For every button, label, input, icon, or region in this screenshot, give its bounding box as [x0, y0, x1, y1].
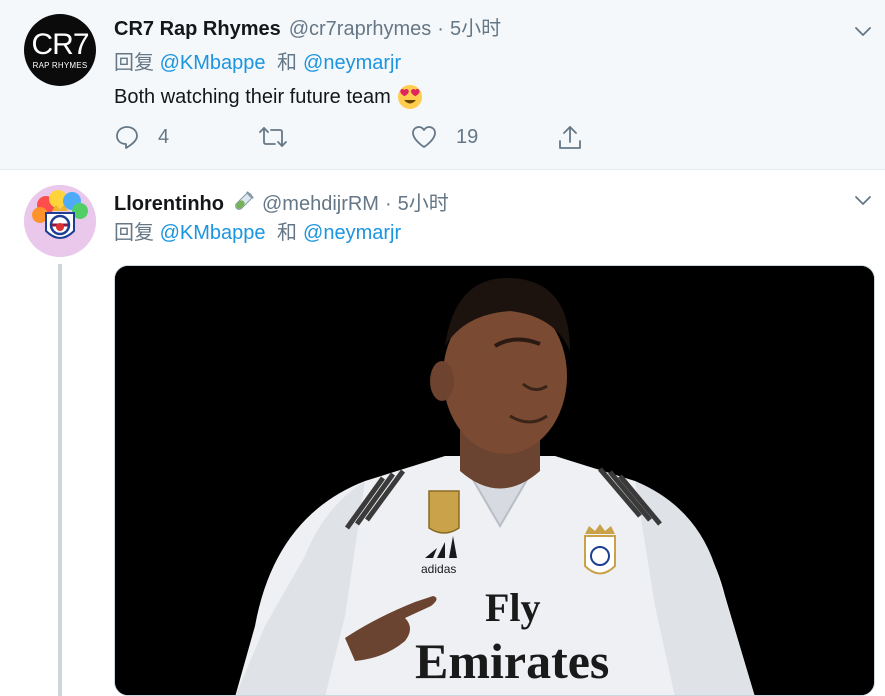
retweet-button[interactable]	[258, 124, 306, 150]
reply-context: 回复 @KMbappe 和 @neymarjr	[114, 50, 401, 76]
separator: ·	[437, 18, 444, 40]
tweet-header: Llorentinho @mehdijrRM · 5小时	[114, 188, 449, 216]
reply-prefix: 回复	[114, 222, 154, 244]
mention-link-kmbappe[interactable]: @KMbappe	[160, 52, 266, 74]
display-name[interactable]: CR7 Rap Rhymes	[114, 17, 281, 41]
separator: ·	[384, 193, 392, 215]
chevron-down-icon[interactable]	[853, 191, 873, 211]
tweet-cr7raprhymes[interactable]: CR7 RAP RHYMES CR7 Rap Rhymes @cr7raprhy…	[0, 0, 885, 170]
tweet-text-content: Both watching their future team	[114, 86, 391, 108]
avatar-logo-subtext: RAP RHYMES	[32, 60, 88, 70]
avatar-logo-text: CR7	[31, 27, 89, 61]
reply-conjunction: 和	[277, 52, 298, 74]
reply-context: 回复 @KMbappe 和 @neymarjr	[114, 220, 401, 246]
tweet-media-photo[interactable]: adidas Fly Emirates	[114, 265, 875, 696]
heart-eyes-emoji-icon	[397, 85, 422, 109]
mention-link-neymarjr[interactable]: @neymarjr	[303, 52, 401, 74]
share-icon	[559, 126, 581, 149]
adidas-logo-text: adidas	[421, 562, 456, 576]
real-madrid-crest-clown-avatar	[24, 185, 96, 257]
test-tube-emoji-icon	[235, 191, 254, 210]
tweet-actions: 4 19	[114, 124, 594, 154]
retweet-icon	[259, 127, 287, 147]
reply-icon	[116, 126, 138, 149]
share-button[interactable]	[557, 124, 583, 152]
reply-prefix: 回复	[114, 52, 154, 74]
avatar[interactable]	[24, 185, 96, 257]
thread-connector-line	[58, 264, 62, 696]
sponsor-text-fly: Fly	[485, 585, 541, 630]
heart-icon	[412, 126, 436, 148]
mention-link-neymarjr[interactable]: @neymarjr	[303, 222, 401, 244]
reply-conjunction: 和	[277, 222, 298, 244]
timestamp[interactable]: 5小时	[450, 17, 501, 41]
display-name[interactable]: Llorentinho	[114, 192, 224, 216]
reply-button[interactable]: 4	[114, 124, 169, 150]
tweet-text: Both watching their future team	[114, 84, 423, 110]
sponsor-text-emirates: Emirates	[415, 633, 609, 689]
like-button[interactable]: 19	[410, 124, 478, 150]
tweet-header: CR7 Rap Rhymes @cr7raprhymes · 5小时	[114, 17, 501, 41]
player-photo: adidas Fly Emirates	[115, 266, 874, 695]
timestamp[interactable]: 5小时	[398, 192, 449, 216]
like-count: 19	[456, 125, 479, 148]
mention-link-kmbappe[interactable]: @KMbappe	[160, 222, 266, 244]
avatar[interactable]: CR7 RAP RHYMES	[24, 14, 96, 86]
user-handle[interactable]: @cr7raprhymes	[289, 17, 432, 41]
user-handle[interactable]: @mehdijrRM	[262, 192, 379, 216]
reply-count: 4	[158, 125, 170, 148]
chevron-down-icon[interactable]	[853, 22, 873, 42]
